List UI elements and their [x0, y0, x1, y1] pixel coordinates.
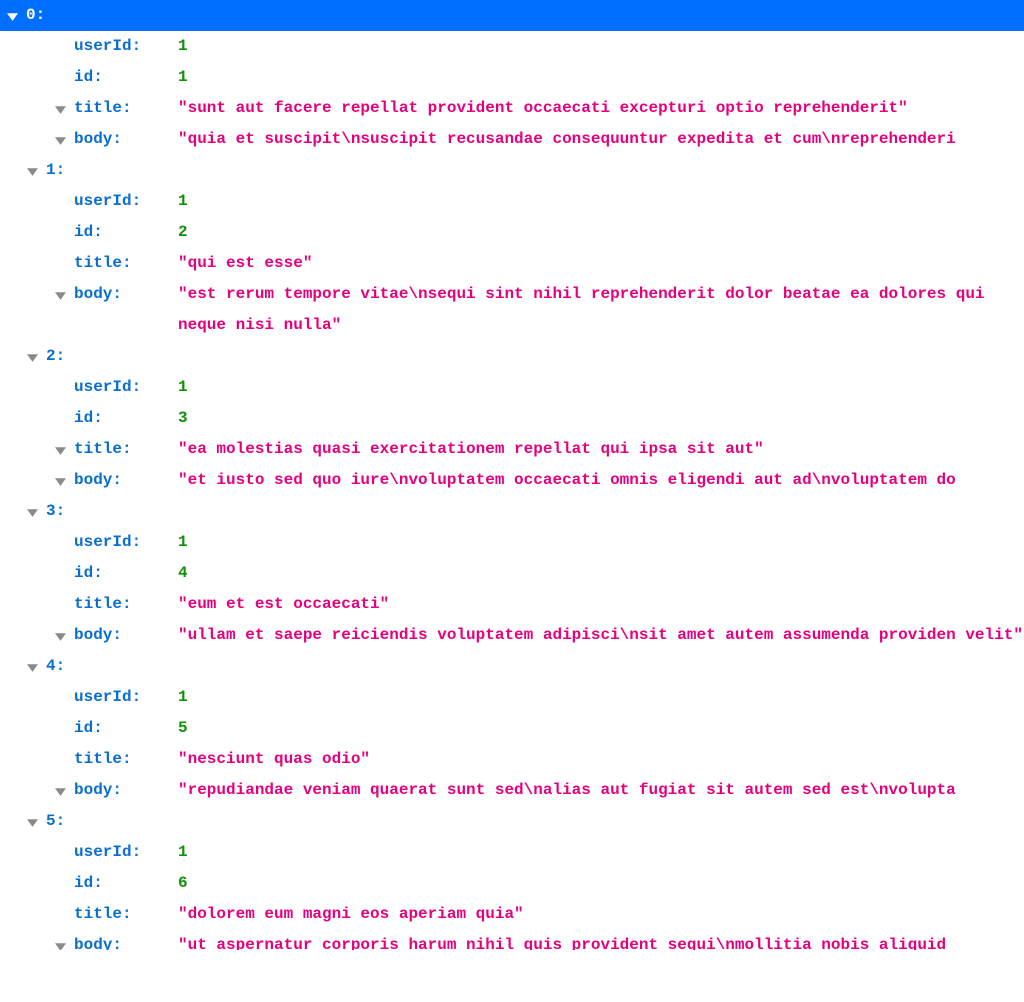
string-value: "nesciunt quas odio" — [168, 744, 370, 775]
property-key-userId: userId: — [68, 682, 168, 713]
expand-toggle-icon[interactable] — [52, 279, 68, 301]
number-value: 1 — [168, 837, 188, 868]
string-value: "ut aspernatur corporis harum nihil quis… — [168, 930, 946, 950]
tree-row[interactable]: body:"et iusto sed quo iure\nvoluptatem … — [0, 465, 1024, 496]
tree-row[interactable]: userId:1 — [0, 31, 1024, 62]
string-value: "et iusto sed quo iure\nvoluptatem occae… — [168, 465, 956, 496]
number-value: 6 — [168, 868, 188, 899]
number-value: 3 — [168, 403, 188, 434]
array-index-key: 4: — [40, 651, 110, 682]
tree-row[interactable]: id:5 — [0, 713, 1024, 744]
tree-row[interactable]: 5: — [0, 806, 1024, 837]
property-key-title: title: — [68, 589, 168, 620]
number-value: 1 — [168, 186, 188, 217]
tree-row[interactable]: 0: — [0, 0, 1024, 31]
tree-row[interactable]: id:1 — [0, 62, 1024, 93]
tree-row[interactable]: userId:1 — [0, 837, 1024, 868]
expand-toggle-icon[interactable] — [24, 155, 40, 177]
property-key-id: id: — [68, 62, 168, 93]
property-key-userId: userId: — [68, 837, 168, 868]
property-key-id: id: — [68, 713, 168, 744]
expand-toggle-icon[interactable] — [24, 651, 40, 673]
tree-row[interactable]: userId:1 — [0, 682, 1024, 713]
tree-row[interactable]: id:2 — [0, 217, 1024, 248]
property-key-id: id: — [68, 403, 168, 434]
property-key-userId: userId: — [68, 31, 168, 62]
tree-row[interactable]: title:"sunt aut facere repellat providen… — [0, 93, 1024, 124]
string-value: "ea molestias quasi exercitationem repel… — [168, 434, 764, 465]
property-key-id: id: — [68, 868, 168, 899]
tree-row[interactable]: 2: — [0, 341, 1024, 372]
tree-row[interactable]: id:6 — [0, 868, 1024, 899]
expand-toggle-icon[interactable] — [52, 465, 68, 487]
expand-toggle-icon[interactable] — [52, 434, 68, 456]
json-tree-viewer: 0:userId:1id:1title:"sunt aut facere rep… — [0, 0, 1024, 950]
array-index-key: 3: — [40, 496, 110, 527]
array-index-key: 5: — [40, 806, 110, 837]
tree-row[interactable]: title:"eum et est occaecati" — [0, 589, 1024, 620]
array-index-key: 0: — [20, 0, 120, 31]
property-key-body: body: — [68, 465, 168, 496]
number-value: 5 — [168, 713, 188, 744]
expand-toggle-icon[interactable] — [4, 0, 20, 22]
tree-row[interactable]: title:"nesciunt quas odio" — [0, 744, 1024, 775]
property-key-title: title: — [68, 899, 168, 930]
property-key-body: body: — [68, 775, 168, 806]
tree-row[interactable]: body:"ullam et saepe reiciendis voluptat… — [0, 620, 1024, 651]
property-key-id: id: — [68, 558, 168, 589]
tree-row[interactable]: userId:1 — [0, 186, 1024, 217]
tree-row[interactable]: body:"quia et suscipit\nsuscipit recusan… — [0, 124, 1024, 155]
property-key-title: title: — [68, 744, 168, 775]
string-value: "est rerum tempore vitae\nsequi sint nih… — [168, 279, 1024, 341]
number-value: 1 — [168, 527, 188, 558]
number-value: 4 — [168, 558, 188, 589]
property-key-body: body: — [68, 279, 168, 310]
tree-row[interactable]: body:"ut aspernatur corporis harum nihil… — [0, 930, 1024, 950]
property-key-body: body: — [68, 124, 168, 155]
property-key-userId: userId: — [68, 186, 168, 217]
string-value: "quia et suscipit\nsuscipit recusandae c… — [168, 124, 956, 155]
expand-toggle-icon[interactable] — [52, 775, 68, 797]
property-key-body: body: — [68, 930, 168, 950]
tree-row[interactable]: body:"est rerum tempore vitae\nsequi sin… — [0, 279, 1024, 341]
tree-row[interactable]: 1: — [0, 155, 1024, 186]
tree-row[interactable]: title:"ea molestias quasi exercitationem… — [0, 434, 1024, 465]
string-value: "sunt aut facere repellat provident occa… — [168, 93, 908, 124]
string-value: "eum et est occaecati" — [168, 589, 389, 620]
property-key-userId: userId: — [68, 372, 168, 403]
tree-row[interactable]: userId:1 — [0, 372, 1024, 403]
string-value: "ullam et saepe reiciendis voluptatem ad… — [168, 620, 1023, 651]
tree-row[interactable]: 3: — [0, 496, 1024, 527]
number-value: 1 — [168, 682, 188, 713]
tree-row[interactable]: title:"dolorem eum magni eos aperiam qui… — [0, 899, 1024, 930]
array-index-key: 2: — [40, 341, 110, 372]
expand-toggle-icon[interactable] — [24, 341, 40, 363]
tree-row[interactable]: userId:1 — [0, 527, 1024, 558]
expand-toggle-icon[interactable] — [52, 930, 68, 950]
expand-toggle-icon[interactable] — [52, 124, 68, 146]
number-value: 1 — [168, 62, 188, 93]
expand-toggle-icon[interactable] — [52, 620, 68, 642]
tree-row[interactable]: body:"repudiandae veniam quaerat sunt se… — [0, 775, 1024, 806]
tree-row[interactable]: id:3 — [0, 403, 1024, 434]
tree-row[interactable]: title:"qui est esse" — [0, 248, 1024, 279]
array-index-key: 1: — [40, 155, 110, 186]
expand-toggle-icon[interactable] — [24, 496, 40, 518]
number-value: 2 — [168, 217, 188, 248]
property-key-title: title: — [68, 93, 168, 124]
property-key-userId: userId: — [68, 527, 168, 558]
string-value: "qui est esse" — [168, 248, 312, 279]
number-value: 1 — [168, 372, 188, 403]
property-key-title: title: — [68, 434, 168, 465]
expand-toggle-icon[interactable] — [24, 806, 40, 828]
property-key-id: id: — [68, 217, 168, 248]
string-value: "dolorem eum magni eos aperiam quia" — [168, 899, 524, 930]
property-key-body: body: — [68, 620, 168, 651]
tree-row[interactable]: 4: — [0, 651, 1024, 682]
string-value: "repudiandae veniam quaerat sunt sed\nal… — [168, 775, 956, 806]
tree-row[interactable]: id:4 — [0, 558, 1024, 589]
property-key-title: title: — [68, 248, 168, 279]
number-value: 1 — [168, 31, 188, 62]
expand-toggle-icon[interactable] — [52, 93, 68, 115]
